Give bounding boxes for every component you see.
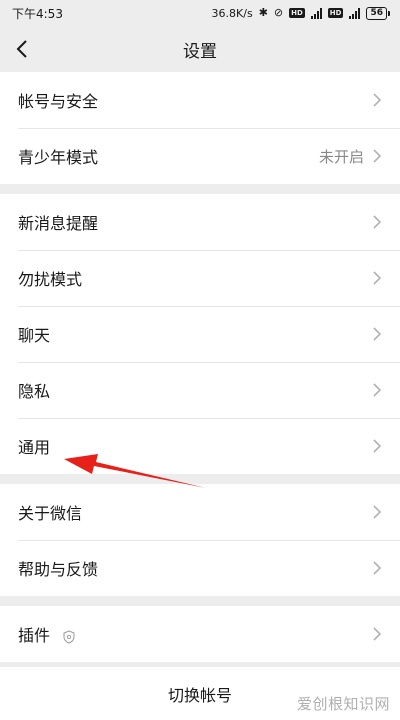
group-gap	[0, 184, 400, 194]
settings-item-label: 通用	[18, 438, 51, 457]
chevron-right-icon	[373, 505, 382, 519]
settings-item-do-not-disturb[interactable]: 勿扰模式	[0, 250, 400, 306]
chevron-left-icon[interactable]	[14, 37, 34, 61]
settings-item-about-wechat[interactable]: 关于微信	[0, 484, 400, 540]
settings-item-notifications[interactable]: 新消息提醒	[0, 194, 400, 250]
settings-item-plugins[interactable]: 插件	[0, 606, 400, 662]
alarm-off-icon: ⊘	[273, 6, 284, 19]
settings-item-label: 隐私	[18, 382, 51, 401]
chevron-right-icon	[373, 627, 382, 641]
nav-bar: 设置	[0, 26, 400, 72]
chevron-right-icon	[373, 271, 382, 285]
settings-item-label: 插件	[18, 626, 51, 645]
settings-item-privacy[interactable]: 隐私	[0, 362, 400, 418]
settings-item-label-wrap: 插件	[18, 622, 372, 646]
chevron-right-icon	[373, 561, 382, 575]
settings-item-help-feedback[interactable]: 帮助与反馈	[0, 540, 400, 596]
status-indicators: 36.8K/s ✱ ⊘ HD HD 56	[211, 6, 390, 20]
settings-group-plugins: 插件	[0, 606, 400, 662]
status-time: 下午4:53	[12, 6, 63, 21]
chevron-right-icon	[373, 215, 382, 229]
settings-item-general[interactable]: 通用	[0, 418, 400, 474]
chevron-right-icon	[373, 327, 382, 341]
shield-icon	[63, 629, 75, 644]
chevron-right-icon	[373, 439, 382, 453]
chevron-right-icon	[373, 383, 382, 397]
settings-item-account-security[interactable]: 帐号与安全	[0, 72, 400, 128]
settings-item-chat[interactable]: 聊天	[0, 306, 400, 362]
chevron-right-icon	[373, 93, 382, 107]
settings-item-label: 帐号与安全	[18, 92, 99, 111]
group-gap	[0, 474, 400, 484]
settings-group-features: 新消息提醒 勿扰模式 聊天 隐私 通用	[0, 194, 400, 474]
teen-mode-status: 未开启	[318, 147, 364, 166]
settings-item-label: 聊天	[18, 326, 51, 345]
signal-icon-2	[349, 7, 361, 19]
group-gap	[0, 596, 400, 606]
signal-icon	[310, 7, 322, 19]
settings-group-account: 帐号与安全 青少年模式 未开启	[0, 72, 400, 184]
watermark: 爱创根知识网	[296, 695, 390, 713]
status-bar: 下午4:53 36.8K/s ✱ ⊘ HD HD 56	[0, 0, 400, 26]
network-speed: 36.8K/s	[211, 6, 253, 20]
page-title: 设置	[183, 41, 217, 62]
chevron-right-icon	[373, 149, 382, 163]
settings-item-label: 青少年模式	[18, 148, 99, 167]
settings-item-teen-mode[interactable]: 青少年模式 未开启	[0, 128, 400, 184]
battery-indicator: 56	[366, 6, 390, 20]
settings-item-label: 勿扰模式	[18, 270, 83, 289]
settings-item-label: 新消息提醒	[18, 214, 99, 233]
settings-item-label: 关于微信	[18, 504, 83, 523]
settings-item-label: 帮助与反馈	[18, 560, 99, 579]
settings-group-about: 关于微信 帮助与反馈	[0, 484, 400, 596]
hd-badge: HD	[289, 8, 305, 18]
hd-badge-2: HD	[327, 8, 344, 18]
bluetooth-icon: ✱	[258, 6, 268, 19]
